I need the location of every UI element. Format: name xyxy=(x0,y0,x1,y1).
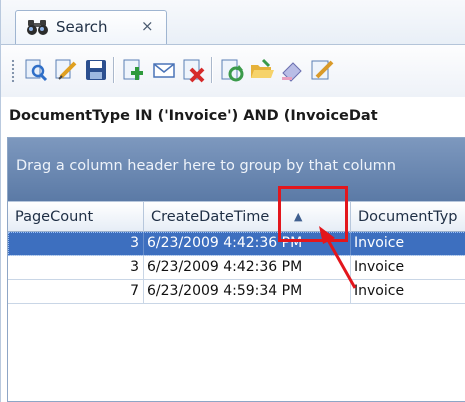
group-by-panel[interactable]: Drag a column header here to group by th… xyxy=(8,138,465,201)
column-header-label: PageCount xyxy=(15,209,94,225)
cell-pagecount: 3 xyxy=(8,232,144,255)
column-header-label: CreateDateTime xyxy=(151,209,270,225)
toolbar xyxy=(1,45,465,97)
cell-documenttype: Invoice xyxy=(354,283,405,299)
tab-search[interactable]: Search × xyxy=(15,10,167,44)
group-by-hint: Drag a column header here to group by th… xyxy=(16,158,396,174)
toolbar-separator xyxy=(113,57,115,83)
cell-createdatetime: 6/23/2009 4:59:34 PM xyxy=(144,280,351,303)
save-icon[interactable] xyxy=(83,57,109,83)
cell-pagecount: 7 xyxy=(8,280,144,303)
query-text: DocumentType IN ('Invoice') AND (Invoice… xyxy=(9,108,378,124)
column-header-row: PageCount CreateDateTime ▲ DocumentTyp xyxy=(8,201,465,232)
cell-documenttype: Invoice xyxy=(354,235,405,251)
email-icon[interactable] xyxy=(151,57,177,83)
cell-documenttype: Invoice xyxy=(354,259,405,275)
open-folder-icon[interactable] xyxy=(249,57,275,83)
cell-createdatetime: 6/23/2009 4:42:36 PM xyxy=(144,256,351,279)
table-row[interactable]: 7 6/23/2009 4:59:34 PM Invoice xyxy=(8,280,465,304)
table-row[interactable]: 3 6/23/2009 4:42:36 PM Invoice xyxy=(8,256,465,280)
search-icon[interactable] xyxy=(23,57,49,83)
delete-icon[interactable] xyxy=(181,57,207,83)
tab-search-label: Search xyxy=(56,18,108,36)
results-grid: Drag a column header here to group by th… xyxy=(7,137,465,402)
column-header-label: DocumentTyp xyxy=(358,209,458,225)
toolbar-separator xyxy=(211,57,213,83)
edit-icon[interactable] xyxy=(309,57,335,83)
search-window: Search × DocumentType IN ('Invoice') AND… xyxy=(0,0,465,402)
column-header-pagecount[interactable]: PageCount xyxy=(8,202,144,232)
add-document-icon[interactable] xyxy=(121,57,147,83)
close-icon[interactable]: × xyxy=(141,17,154,35)
annotation-highlight-box xyxy=(278,186,348,242)
tab-strip: Search × xyxy=(1,0,465,45)
refresh-icon[interactable] xyxy=(219,57,245,83)
column-header-documenttype[interactable]: DocumentTyp xyxy=(351,202,465,232)
binoculars-icon xyxy=(26,18,50,36)
cell-pagecount: 3 xyxy=(8,256,144,279)
edit-query-icon[interactable] xyxy=(53,57,79,83)
eraser-icon[interactable] xyxy=(279,57,305,83)
table-row[interactable]: 3 6/23/2009 4:42:36 PM Invoice xyxy=(8,232,465,256)
toolbar-grip[interactable] xyxy=(11,59,15,83)
